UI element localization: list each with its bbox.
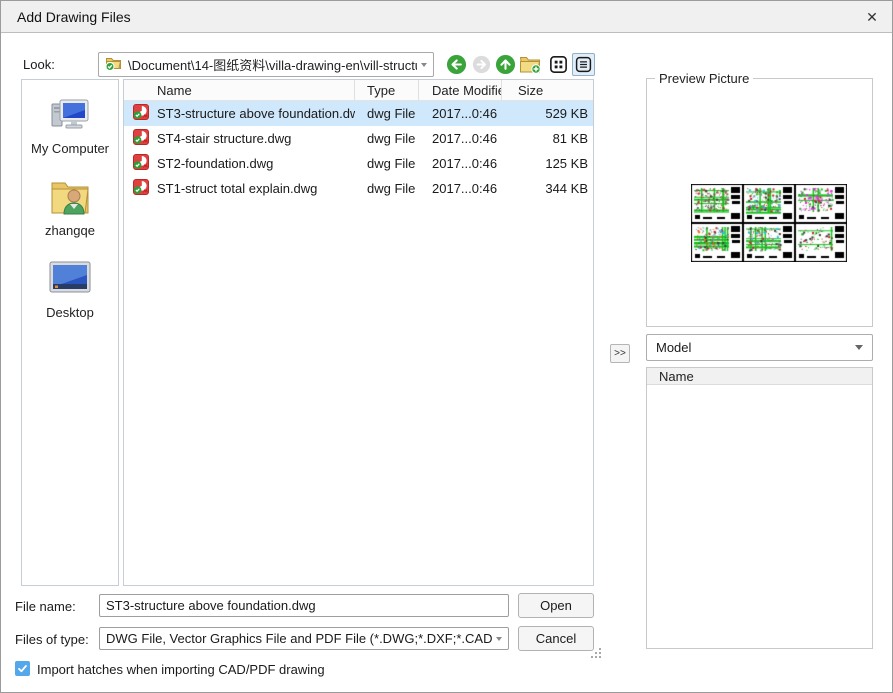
- file-type-cell: dwg File: [355, 156, 419, 171]
- chevron-down-icon: [421, 63, 427, 67]
- cancel-button[interactable]: Cancel: [518, 626, 594, 651]
- file-name-text: ST1-struct total explain.dwg: [157, 181, 317, 196]
- file-row[interactable]: ST3-structure above foundation.dwg dwg F…: [124, 101, 593, 126]
- sidebar-item-label: My Computer: [31, 141, 109, 156]
- file-list-panel: Name Type Date Modified Size ST3-struct: [123, 79, 594, 586]
- my-computer-icon: [49, 92, 91, 138]
- forward-button[interactable]: [470, 53, 492, 75]
- sidebar-item-my-computer[interactable]: My Computer: [22, 92, 118, 156]
- places-sidebar: My Computer zhangqe: [21, 79, 119, 586]
- dwg-file-icon: [133, 154, 149, 173]
- dwg-file-icon: [133, 129, 149, 148]
- file-type-cell: dwg File: [355, 181, 419, 196]
- preview-thumbnail: [743, 184, 795, 223]
- preview-thumbnail: [743, 223, 795, 262]
- column-header-date[interactable]: Date Modified: [419, 80, 502, 100]
- import-hatches-label: Import hatches when importing CAD/PDF dr…: [37, 662, 325, 677]
- add-to-list-button[interactable]: >>: [610, 344, 630, 363]
- desktop-icon: [47, 256, 93, 302]
- preview-picture-group: Preview Picture: [646, 71, 873, 327]
- icon-view-button[interactable]: [547, 53, 569, 75]
- file-name-cell: ST4-stair structure.dwg: [124, 129, 355, 148]
- open-button[interactable]: Open: [518, 593, 594, 618]
- check-icon: [17, 663, 28, 674]
- file-row[interactable]: ST1-struct total explain.dwg dwg File 20…: [124, 176, 593, 201]
- space-select-dropdown[interactable]: Model: [646, 334, 873, 361]
- file-date-cell: 2017...0:46: [419, 131, 502, 146]
- file-type-cell: dwg File: [355, 131, 419, 146]
- preview-thumbnail: [795, 223, 847, 262]
- new-folder-button[interactable]: [519, 53, 541, 75]
- preview-thumbnail: [795, 184, 847, 223]
- sidebar-item-label: zhangqe: [45, 223, 95, 238]
- file-date-cell: 2017...0:46: [419, 106, 502, 121]
- file-name-input[interactable]: [99, 594, 509, 617]
- import-hatches-checkbox[interactable]: [15, 661, 30, 676]
- file-row[interactable]: ST4-stair structure.dwg dwg File 2017...…: [124, 126, 593, 151]
- dwg-file-icon: [133, 104, 149, 123]
- selected-list-header-name[interactable]: Name: [647, 368, 872, 385]
- files-of-type-dropdown[interactable]: DWG File, Vector Graphics File and PDF F…: [99, 627, 509, 650]
- resize-grip[interactable]: [590, 647, 602, 659]
- file-date-cell: 2017...0:46: [419, 156, 502, 171]
- file-size-cell: 344 KB: [502, 181, 593, 196]
- sidebar-item-label: Desktop: [46, 305, 94, 320]
- file-name-label: File name:: [15, 599, 76, 614]
- preview-picture-title: Preview Picture: [655, 71, 753, 86]
- chevron-down-icon: [855, 345, 863, 350]
- file-rows: ST3-structure above foundation.dwg dwg F…: [124, 101, 593, 201]
- selected-drawings-list: Name: [646, 367, 873, 649]
- current-path: \Document\14-图纸资料\villa-drawing-en\vill-…: [128, 55, 417, 74]
- sidebar-item-zhangqe[interactable]: zhangqe: [22, 174, 118, 238]
- look-path-combobox[interactable]: \Document\14-图纸资料\villa-drawing-en\vill-…: [98, 52, 434, 77]
- dwg-file-icon: [133, 179, 149, 198]
- column-header-name[interactable]: Name: [124, 80, 355, 100]
- file-name-text: ST3-structure above foundation.dwg: [157, 106, 355, 121]
- close-icon[interactable]: ✕: [860, 5, 884, 29]
- file-name-text: ST4-stair structure.dwg: [157, 131, 291, 146]
- sidebar-item-desktop[interactable]: Desktop: [22, 256, 118, 320]
- space-select-value: Model: [656, 340, 855, 355]
- folder-check-icon: [105, 55, 122, 74]
- file-type-cell: dwg File: [355, 106, 419, 121]
- file-size-cell: 81 KB: [502, 131, 593, 146]
- file-name-cell: ST3-structure above foundation.dwg: [124, 104, 355, 123]
- files-of-type-value: DWG File, Vector Graphics File and PDF F…: [106, 631, 492, 646]
- detail-view-button[interactable]: [572, 53, 595, 76]
- dialog-title: Add Drawing Files: [17, 9, 131, 25]
- preview-thumbnail: [691, 223, 743, 262]
- file-size-cell: 529 KB: [502, 106, 593, 121]
- chevron-down-icon: [496, 637, 502, 641]
- preview-thumbnails: [691, 184, 847, 262]
- up-button[interactable]: [494, 53, 516, 75]
- file-row[interactable]: ST2-foundation.dwg dwg File 2017...0:46 …: [124, 151, 593, 176]
- title-bar: Add Drawing Files ✕: [1, 1, 892, 33]
- add-drawing-files-dialog: Add Drawing Files ✕ Look: \Document\14-图…: [0, 0, 893, 693]
- file-name-text: ST2-foundation.dwg: [157, 156, 273, 171]
- files-of-type-label: Files of type:: [15, 632, 89, 647]
- file-list-header: Name Type Date Modified Size: [124, 80, 593, 101]
- file-name-cell: ST2-foundation.dwg: [124, 154, 355, 173]
- file-date-cell: 2017...0:46: [419, 181, 502, 196]
- column-header-type[interactable]: Type: [355, 80, 419, 100]
- preview-thumbnail: [691, 184, 743, 223]
- back-button[interactable]: [445, 53, 467, 75]
- look-label: Look:: [23, 57, 55, 72]
- file-name-cell: ST1-struct total explain.dwg: [124, 179, 355, 198]
- column-header-size[interactable]: Size: [502, 80, 593, 100]
- user-folder-icon: [47, 174, 93, 220]
- file-size-cell: 125 KB: [502, 156, 593, 171]
